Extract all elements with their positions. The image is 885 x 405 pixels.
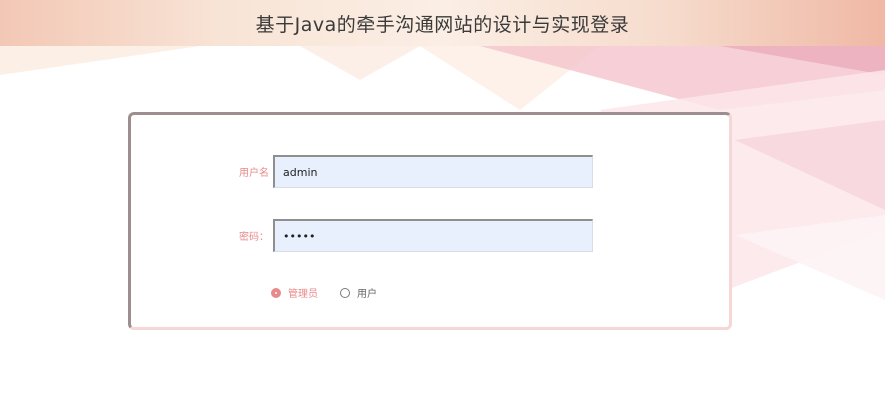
header-bar: 基于Java的牵手沟通网站的设计与实现登录: [0, 0, 885, 46]
radio-checked-icon[interactable]: [271, 287, 281, 298]
role-selector: 管理员 用户: [271, 285, 377, 300]
username-label: 用户名: [239, 168, 269, 179]
role-radio-user[interactable]: 用户: [340, 285, 377, 300]
password-row: 密码：: [219, 219, 593, 252]
role-label-user: 用户: [357, 289, 377, 300]
password-label: 密码：: [239, 232, 269, 243]
username-row: 用户名: [219, 155, 593, 188]
username-input[interactable]: [273, 155, 593, 188]
role-radio-admin[interactable]: 管理员: [271, 285, 318, 300]
password-input[interactable]: [273, 219, 593, 252]
page-title: 基于Java的牵手沟通网站的设计与实现登录: [255, 13, 630, 36]
login-card: 用户名 密码： 管理员 用户: [128, 112, 732, 330]
radio-unchecked-icon[interactable]: [340, 287, 350, 298]
role-label-admin: 管理员: [288, 289, 318, 300]
